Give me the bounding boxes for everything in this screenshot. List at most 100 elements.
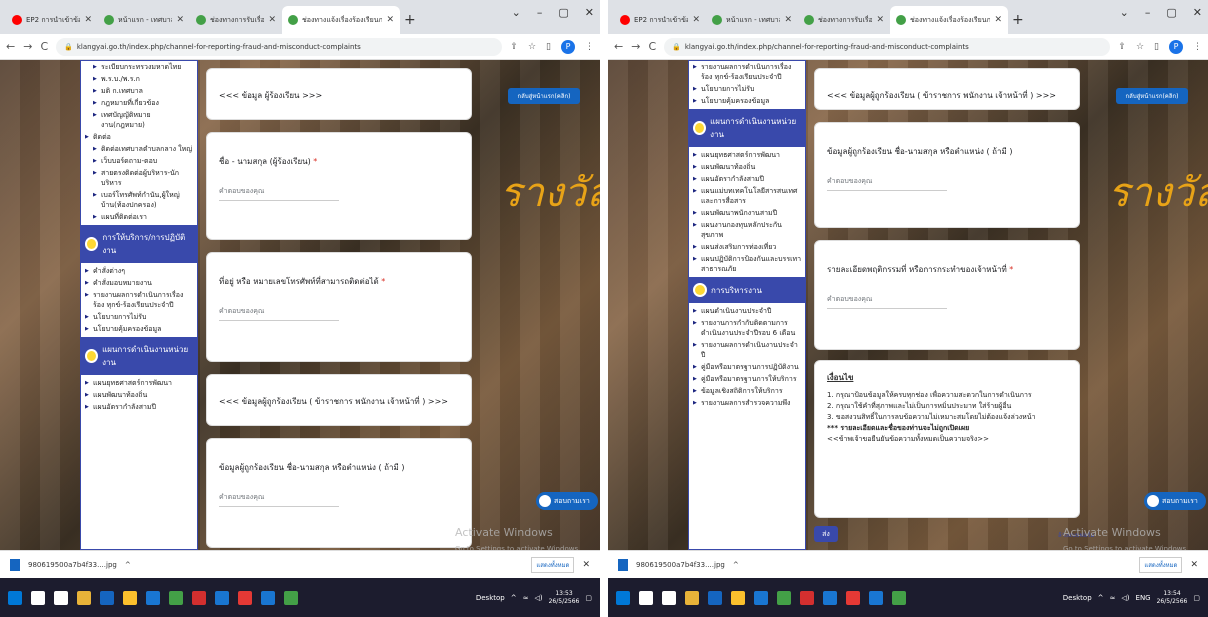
sidebar-item[interactable]: มติ ก.เทศบาล xyxy=(81,85,197,97)
browser-tab[interactable]: หน้าแรก - เทศบาลตำบลหนองคู อำเภอเมือง ✕ xyxy=(98,6,190,34)
tray-chevron-icon[interactable]: ^ xyxy=(511,594,517,602)
download-chevron-icon[interactable]: ^ xyxy=(125,561,131,569)
reload-icon[interactable]: C xyxy=(40,40,48,53)
chrome-icon[interactable] xyxy=(777,590,791,605)
sidebar-item[interactable]: ติดต่อเทศบาลตำบลกลาง ใหญ่ xyxy=(81,143,197,155)
download-close-icon[interactable]: ✕ xyxy=(1190,560,1198,570)
back-home-button[interactable]: กลับสู่หน้าแรก(คลิก) xyxy=(508,88,580,104)
chrome-icon[interactable] xyxy=(892,590,906,605)
sidebar-item[interactable]: ระเบียบกระทรวงมหาดไทย xyxy=(81,61,197,73)
file-explorer-icon[interactable] xyxy=(77,590,91,605)
tab-close-icon[interactable]: ✕ xyxy=(994,15,1002,25)
edge-icon[interactable] xyxy=(731,590,745,605)
edge-icon[interactable] xyxy=(123,590,137,605)
url-field[interactable]: 🔒 klangyai.go.th/index.php/channel-for-re… xyxy=(56,37,503,56)
sidepanel-icon[interactable]: ▯ xyxy=(1154,42,1159,52)
tray-chevron-icon[interactable]: ^ xyxy=(1098,594,1104,602)
sidebar-item[interactable]: แผนยุทธศาสตร์การพัฒนา xyxy=(689,149,805,161)
tab-close-icon[interactable]: ✕ xyxy=(176,15,184,25)
app-icon[interactable] xyxy=(846,590,860,605)
answer-input[interactable]: คำตอบของคุณ xyxy=(827,176,947,191)
store-icon[interactable] xyxy=(708,590,722,605)
download-filename[interactable]: 980619500a7b4f33....jpg xyxy=(28,561,117,569)
download-filename[interactable]: 980619500a7b4f33....jpg xyxy=(636,561,725,569)
sidebar-item[interactable]: แผนที่ติดต่อเรา xyxy=(81,211,197,223)
back-icon[interactable]: ← xyxy=(614,40,623,53)
zoom-icon[interactable] xyxy=(869,590,883,605)
minimize-button[interactable]: – xyxy=(537,6,543,19)
sidebar-item[interactable]: แผนพัฒนาพนักงานสามปี xyxy=(689,207,805,219)
sidebar-item[interactable]: เบอร์โทรศัพท์กำนัน,ผู้ใหญ่ บ้าน(ท้องปกคร… xyxy=(81,189,197,211)
answer-input[interactable]: คำตอบของคุณ xyxy=(219,186,339,201)
start-icon[interactable] xyxy=(616,590,630,605)
sidebar-item[interactable]: นโยบายคุ้มครองข้อมูล xyxy=(81,323,197,335)
show-all-button[interactable]: แสดงทั้งหมด xyxy=(1139,556,1183,573)
menu-icon[interactable]: ⋮ xyxy=(1193,42,1202,52)
ask-us-button[interactable]: สอบถามเรา xyxy=(1144,492,1206,510)
tab-search-icon[interactable]: ⌄ xyxy=(512,6,521,19)
sidebar-item[interactable]: แผนอัตรากำลังสามปี xyxy=(81,401,197,413)
sidebar-item[interactable]: สายตรงติดต่อผู้บริหาร-นัก บริหาร xyxy=(81,167,197,189)
app-icon[interactable] xyxy=(215,590,229,605)
file-explorer-icon[interactable] xyxy=(685,590,699,605)
sidebar-item[interactable]: รายงานผลการสำรวจความพึง xyxy=(689,397,805,409)
start-icon[interactable] xyxy=(8,590,22,605)
browser-tab[interactable]: ช่องทางแจ้งเรื่องร้องเรียนการทุจริตและ✕ xyxy=(282,6,400,34)
menu-icon[interactable]: ⋮ xyxy=(585,42,594,52)
url-field[interactable]: 🔒 klangyai.go.th/index.php/channel-for-re… xyxy=(664,37,1111,56)
ask-us-button[interactable]: สอบถามเรา xyxy=(536,492,598,510)
sidebar-item[interactable]: ติดต่อ xyxy=(81,131,197,143)
new-tab-button[interactable]: + xyxy=(1012,12,1024,28)
sidebar-item[interactable]: แผนยุทธศาสตร์การพัฒนา xyxy=(81,377,197,389)
language-indicator[interactable]: ENG xyxy=(1136,594,1151,602)
browser-tab[interactable]: หน้าแรก - เทศบาลตำบลหนองคู อำเภอเมือง ✕ xyxy=(706,6,798,34)
sidebar-item[interactable]: แผนพัฒนาท้องถิ่น xyxy=(81,389,197,401)
desktop-label[interactable]: Desktop xyxy=(1063,594,1092,602)
sidebar-item[interactable]: แผนส่งเสริมการท่องเที่ยว xyxy=(689,241,805,253)
sidebar-item[interactable]: แผนปฏิบัติการป้องกันและบรรเทา สาธารณภัย xyxy=(689,253,805,275)
browser-tab[interactable]: ช่องทางการรับเรื่องร้องเรียน - เทศบาล✕ xyxy=(798,6,890,34)
sidebar-item[interactable]: เว็บบอร์ดถาม-ตอบ xyxy=(81,155,197,167)
browser-tab[interactable]: EP2 การนำเข้าข้อมูล - YouTube✕ xyxy=(6,6,98,34)
maximize-button[interactable]: ▢ xyxy=(1166,6,1176,19)
sidebar-item[interactable]: นโยบายการไม่รับ xyxy=(689,83,805,95)
download-close-icon[interactable]: ✕ xyxy=(582,560,590,570)
clock[interactable]: 13:54 26/5/2566 xyxy=(1157,590,1188,606)
sidebar-item[interactable]: คู่มือหรือมาตรฐานการให้บริการ xyxy=(689,373,805,385)
answer-input[interactable]: คำตอบของคุณ xyxy=(219,306,339,321)
chrome-icon[interactable] xyxy=(284,590,298,605)
chrome-icon[interactable] xyxy=(169,590,183,605)
profile-avatar[interactable]: P xyxy=(561,39,575,54)
share-icon[interactable]: ⇪ xyxy=(1118,42,1126,52)
share-icon[interactable]: ⇪ xyxy=(510,42,518,52)
mail-icon[interactable] xyxy=(754,590,768,605)
sidebar-item[interactable]: นโยบายการไม่รับ xyxy=(81,311,197,323)
browser-tab[interactable]: EP2 การนำเข้าข้อมูล - YouTube✕ xyxy=(614,6,706,34)
forward-icon[interactable]: → xyxy=(23,40,32,53)
app-icon[interactable] xyxy=(800,590,814,605)
tab-close-icon[interactable]: ✕ xyxy=(84,15,92,25)
sidebar-item[interactable]: นโยบายคุ้มครองข้อมูล xyxy=(689,95,805,107)
answer-input[interactable]: คำตอบของคุณ xyxy=(219,492,339,507)
sidebar-item[interactable]: คำสั่งมอบหมายงาน xyxy=(81,277,197,289)
sidebar-item[interactable]: แผนอัตรากำลังสามปี xyxy=(689,173,805,185)
app-icon[interactable] xyxy=(192,590,206,605)
mail-icon[interactable] xyxy=(146,590,160,605)
search-icon[interactable] xyxy=(639,590,653,605)
close-button[interactable]: ✕ xyxy=(1193,6,1202,19)
sidebar-item[interactable]: รายงานผลการดำเนินการเรื่องร้อง ทุกข์-ร้อ… xyxy=(81,289,197,311)
back-icon[interactable]: ← xyxy=(6,40,15,53)
submit-button[interactable]: ส่ง xyxy=(814,526,838,542)
search-icon[interactable] xyxy=(31,590,45,605)
sidebar-item[interactable]: คำสั่งต่างๆ xyxy=(81,265,197,277)
close-button[interactable]: ✕ xyxy=(585,6,594,19)
tab-close-icon[interactable]: ✕ xyxy=(784,15,792,25)
notification-icon[interactable]: ▢ xyxy=(585,594,592,602)
bookmark-star-icon[interactable]: ☆ xyxy=(528,42,536,52)
sidebar-item[interactable]: คู่มือหรือมาตรฐานการปฏิบัติงาน xyxy=(689,361,805,373)
back-home-button[interactable]: กลับสู่หน้าแรก(คลิก) xyxy=(1116,88,1188,104)
maximize-button[interactable]: ▢ xyxy=(558,6,568,19)
sidebar-item[interactable]: กฎหมายที่เกี่ยวข้อง xyxy=(81,97,197,109)
download-chevron-icon[interactable]: ^ xyxy=(733,561,739,569)
sidebar-item[interactable]: แผนแม่บทเทคโนโลยีสารสนเทศ และการสื่อสาร xyxy=(689,185,805,207)
